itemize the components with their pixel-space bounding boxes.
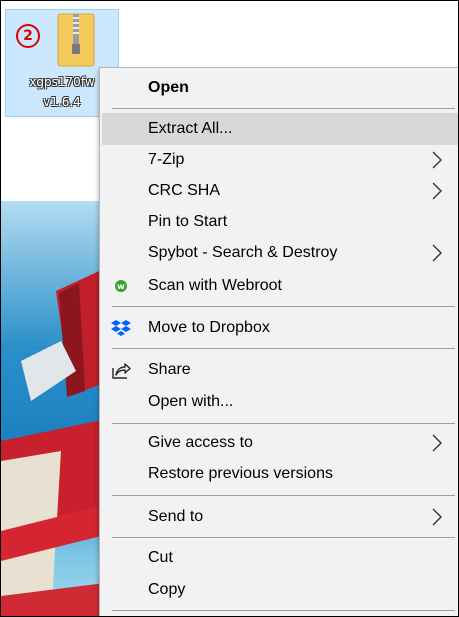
chevron-right-icon	[432, 508, 442, 526]
menu-item-share[interactable]: Share	[102, 354, 458, 386]
menu-separator	[112, 423, 455, 424]
menu-item-copy[interactable]: Copy	[102, 574, 458, 606]
menu-item-label: Spybot - Search & Destroy	[148, 244, 338, 261]
menu-item-label: Open with...	[148, 393, 234, 410]
menu-item-label: Give access to	[148, 434, 253, 451]
context-menu: Open Extract All... 7-Zip CRC SHA Pin to…	[99, 67, 458, 616]
menu-item-label: Scan with Webroot	[148, 277, 282, 294]
chevron-right-icon	[432, 434, 442, 452]
menu-item-label: Pin to Start	[148, 213, 228, 230]
menu-item-scan-with-webroot[interactable]: w Scan with Webroot	[102, 270, 458, 302]
menu-item-send-to[interactable]: Send to	[102, 501, 458, 533]
menu-item-move-to-dropbox[interactable]: Move to Dropbox	[102, 312, 458, 344]
menu-separator	[112, 348, 455, 349]
menu-separator	[112, 610, 455, 611]
menu-item-label: Send to	[148, 508, 204, 525]
menu-item-label: Move to Dropbox	[148, 319, 270, 336]
webroot-icon: w	[115, 280, 127, 292]
share-icon	[112, 363, 131, 379]
dropbox-icon	[111, 320, 131, 336]
menu-item-open-with[interactable]: Open with...	[102, 386, 458, 418]
menu-item-cut[interactable]: Cut	[102, 542, 458, 574]
menu-item-give-access-to[interactable]: Give access to	[102, 427, 458, 459]
menu-item-label: 7-Zip	[148, 151, 185, 168]
menu-item-crc-sha[interactable]: CRC SHA	[102, 175, 458, 207]
chevron-right-icon	[432, 244, 442, 262]
menu-item-label: Extract All...	[148, 120, 233, 137]
menu-item-spybot[interactable]: Spybot - Search & Destroy	[102, 237, 458, 269]
screenshot-frame: 2 xgps170fw v1.6.4 Open Extract All... 7…	[0, 0, 459, 617]
menu-separator	[112, 495, 455, 496]
menu-separator	[112, 306, 455, 307]
menu-separator	[112, 537, 455, 538]
menu-item-label: CRC SHA	[148, 182, 221, 199]
menu-item-label: Open	[148, 79, 189, 96]
chevron-right-icon	[432, 182, 442, 200]
zip-folder-icon	[57, 13, 95, 67]
menu-separator	[112, 108, 455, 109]
menu-item-label: Copy	[148, 581, 186, 598]
step-number-badge: 2	[16, 24, 40, 48]
menu-item-open[interactable]: Open	[102, 72, 458, 104]
chevron-right-icon	[432, 151, 442, 169]
menu-item-label: Cut	[148, 549, 173, 566]
menu-item-extract-all[interactable]: Extract All...	[102, 113, 458, 145]
menu-item-label: Restore previous versions	[148, 465, 333, 482]
menu-item-label: Share	[148, 361, 191, 378]
svg-text:w: w	[117, 282, 125, 291]
menu-item-restore-previous-versions[interactable]: Restore previous versions	[102, 458, 458, 490]
menu-item-7-zip[interactable]: 7-Zip	[102, 144, 458, 176]
menu-item-pin-to-start[interactable]: Pin to Start	[102, 206, 458, 238]
